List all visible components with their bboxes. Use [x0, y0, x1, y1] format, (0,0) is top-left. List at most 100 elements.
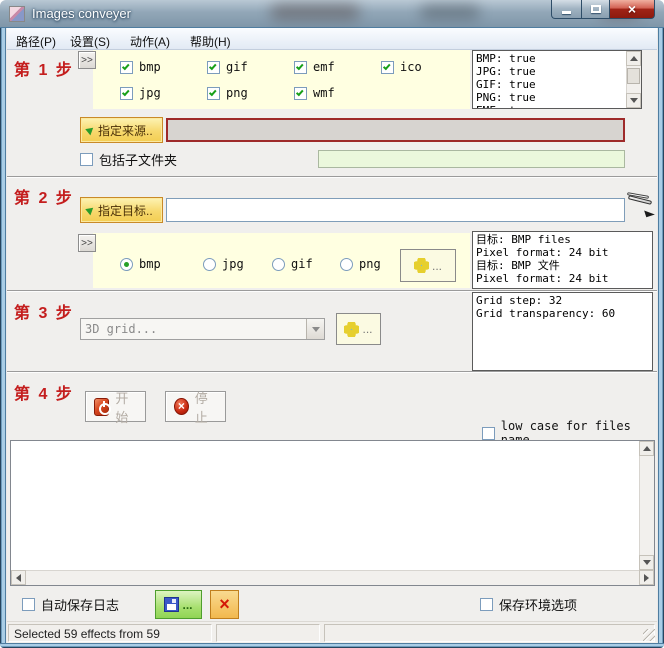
- set-target-label: 指定目标..: [98, 202, 153, 219]
- radio-circle: [120, 258, 133, 271]
- log-output-area[interactable]: [10, 440, 655, 586]
- checkbox-gif[interactable]: gif: [207, 60, 248, 74]
- scroll-down-button[interactable]: [639, 555, 654, 570]
- maximize-button[interactable]: [581, 0, 610, 19]
- listbox-line: JPG: true: [476, 65, 625, 78]
- dropdown-arrow-button[interactable]: [306, 319, 324, 339]
- status-panel-effects: Selected 59 effects from 59: [8, 624, 212, 642]
- clear-log-button[interactable]: ×: [210, 590, 239, 619]
- checkbox-box: [294, 61, 307, 74]
- info-line: Grid step: 32: [476, 294, 649, 307]
- autosave-log-checkbox[interactable]: 自动保存日志: [22, 595, 119, 614]
- red-x-icon: ×: [219, 594, 230, 615]
- radio-label: gif: [291, 257, 313, 271]
- step1-label: 第 1 步: [14, 56, 74, 80]
- checkbox-label: emf: [313, 60, 335, 74]
- checkbox-label: bmp: [139, 60, 161, 74]
- radio-gif[interactable]: gif: [272, 257, 313, 271]
- set-source-button[interactable]: 指定来源..: [80, 117, 163, 143]
- radio-png[interactable]: png: [340, 257, 381, 271]
- log-vscrollbar[interactable]: [639, 441, 654, 570]
- step3-label: 第 3 步: [14, 299, 74, 323]
- menu-item-action[interactable]: 动作(A): [126, 31, 174, 52]
- info-line: 目标: BMP 文件: [476, 259, 649, 272]
- info-line: Pixel format: 24 bit: [476, 246, 649, 259]
- checkbox-wmf[interactable]: wmf: [294, 86, 335, 100]
- listbox-line: BMP: true: [476, 52, 625, 65]
- start-button[interactable]: 开始: [85, 391, 146, 422]
- scroll-down-button[interactable]: [626, 93, 641, 108]
- effects-button-label: ...: [432, 259, 442, 273]
- resize-grip[interactable]: [643, 629, 655, 641]
- checkbox-label: gif: [226, 60, 248, 74]
- arrow-up-icon: [630, 56, 638, 61]
- info-line: 目标: BMP files: [476, 233, 649, 246]
- checkbox-emf[interactable]: emf: [294, 60, 335, 74]
- minimize-button[interactable]: [551, 0, 582, 19]
- filter-field[interactable]: [318, 150, 625, 168]
- effect-dropdown[interactable]: 3D grid...: [80, 318, 325, 340]
- window-controls: ×: [552, 0, 655, 19]
- step1-expand-button[interactable]: >>: [78, 51, 96, 69]
- menu-item-help[interactable]: 帮助(H): [186, 31, 235, 52]
- listbox-vscrollbar[interactable]: [626, 51, 641, 108]
- info-line: Pixel format: 24 bit: [476, 272, 649, 285]
- check-icon: [296, 88, 304, 96]
- close-icon: ×: [628, 2, 636, 16]
- checkbox-png[interactable]: png: [207, 86, 248, 100]
- step2-effects-button[interactable]: ...: [400, 249, 456, 282]
- radio-bmp[interactable]: bmp: [120, 257, 161, 271]
- set-target-button[interactable]: 指定目标..: [80, 197, 163, 223]
- window-border-right: [657, 24, 664, 648]
- listbox-line: PNG: true: [476, 91, 625, 104]
- effects-flower-icon: [414, 258, 429, 273]
- radio-jpg[interactable]: jpg: [203, 257, 244, 271]
- stop-button[interactable]: × 停止: [165, 391, 226, 422]
- checkbox-ico[interactable]: ico: [381, 60, 422, 74]
- maximize-icon: [591, 5, 601, 13]
- step1-format-panel: [93, 50, 470, 109]
- scroll-up-button[interactable]: [639, 441, 654, 456]
- checkbox-box: [80, 153, 93, 166]
- info-line: Grid transparency: 60: [476, 307, 649, 320]
- scroll-left-button[interactable]: [11, 570, 26, 585]
- window-border-bottom: [0, 643, 664, 648]
- stop-button-label: 停止: [195, 388, 217, 426]
- save-log-button[interactable]: ...: [155, 590, 202, 619]
- start-button-label: 开始: [115, 388, 137, 426]
- checkbox-box: [480, 598, 493, 611]
- source-path-field[interactable]: [166, 118, 625, 142]
- check-icon: [209, 88, 217, 96]
- pen-hand-icon: [626, 192, 656, 218]
- log-hscrollbar[interactable]: [11, 570, 654, 585]
- target-path-field[interactable]: [166, 198, 625, 222]
- menu-item-path[interactable]: 路径(P): [12, 31, 60, 52]
- radio-selected-dot: [124, 262, 129, 267]
- format-status-listbox[interactable]: BMP: true JPG: true GIF: true PNG: true …: [472, 50, 642, 109]
- grid-info-box: Grid step: 32 Grid transparency: 60: [472, 292, 653, 371]
- radio-circle: [272, 258, 285, 271]
- menu-item-settings[interactable]: 设置(S): [66, 31, 114, 52]
- scroll-up-button[interactable]: [626, 51, 641, 66]
- autosave-log-label: 自动保存日志: [41, 595, 119, 614]
- section-separator: [7, 371, 657, 373]
- step3-effects-button[interactable]: ...: [336, 313, 381, 345]
- checkbox-label: wmf: [313, 86, 335, 100]
- pen-hand-part: [644, 208, 655, 217]
- scrollbar-thumb[interactable]: [627, 68, 640, 84]
- effects-flower-icon: [344, 322, 359, 337]
- app-icon: [9, 6, 25, 22]
- radio-label: png: [359, 257, 381, 271]
- checkbox-jpg[interactable]: jpg: [120, 86, 161, 100]
- step4-label: 第 4 步: [14, 380, 74, 404]
- step2-expand-button[interactable]: >>: [78, 234, 96, 252]
- radio-circle: [340, 258, 353, 271]
- save-environment-checkbox[interactable]: 保存环境选项: [480, 595, 577, 614]
- checkbox-bmp[interactable]: bmp: [120, 60, 161, 74]
- include-subfolders-checkbox[interactable]: 包括子文件夹: [80, 150, 177, 169]
- scroll-right-button[interactable]: [639, 570, 654, 585]
- radio-label: bmp: [139, 257, 161, 271]
- close-button[interactable]: ×: [609, 0, 655, 19]
- save-environment-label: 保存环境选项: [499, 595, 577, 614]
- save-log-label: ...: [182, 598, 192, 612]
